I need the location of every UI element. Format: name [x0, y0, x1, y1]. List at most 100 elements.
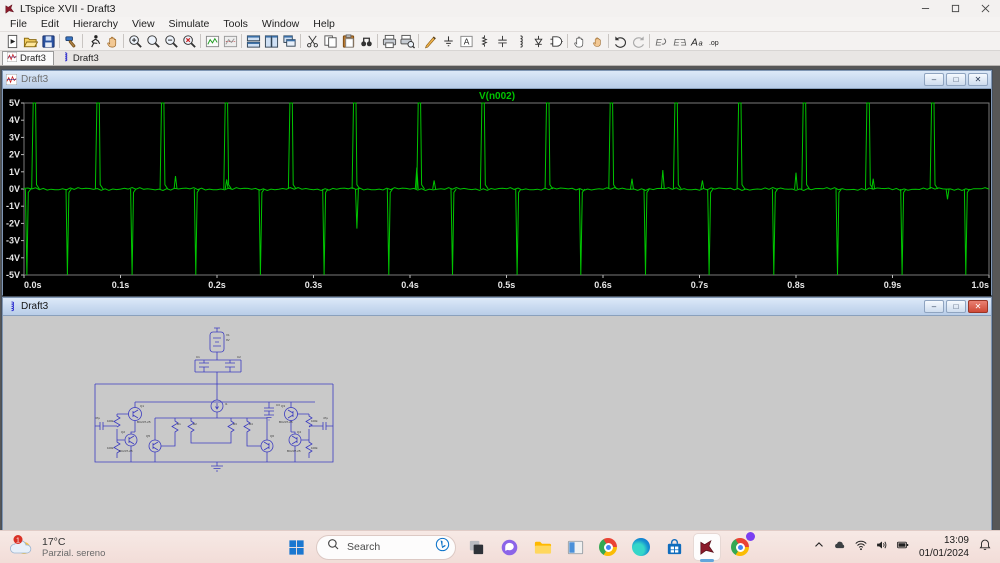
- print-preview-icon[interactable]: [398, 33, 416, 50]
- zoom-out-icon[interactable]: [162, 33, 180, 50]
- battery-icon[interactable]: [896, 538, 910, 557]
- waveform-maximize-button[interactable]: □: [946, 73, 966, 86]
- schematic-canvas[interactable]: V19VC1C2I1C3R1R2R3R4Q1BC237-25Q2BC237-25…: [3, 315, 991, 530]
- weather-widget[interactable]: 1 17°C Parzial. sereno: [0, 535, 270, 559]
- tile-horizontal-icon[interactable]: [262, 33, 280, 50]
- spice-directive-icon[interactable]: .op: [706, 33, 724, 50]
- schematic-minimize-button[interactable]: –: [924, 300, 944, 313]
- cascade-icon[interactable]: [280, 33, 298, 50]
- close-button[interactable]: [970, 0, 1000, 17]
- menu-tools[interactable]: Tools: [216, 18, 255, 30]
- save-icon[interactable]: [39, 33, 57, 50]
- restore-button[interactable]: [940, 0, 970, 17]
- app-titlebar: LTspice XVII - Draft3: [0, 0, 1000, 17]
- menu-edit[interactable]: Edit: [34, 18, 66, 30]
- component-label: C2: [237, 355, 241, 359]
- zoom-full-icon[interactable]: [180, 33, 198, 50]
- waveform-tab-icon: [7, 52, 17, 65]
- tabbar: Draft3 Draft3: [0, 51, 1000, 66]
- component-label: 47µ: [95, 416, 100, 420]
- component-label: C3: [276, 403, 280, 407]
- ltspice-taskbar-icon[interactable]: [694, 534, 720, 560]
- schematic-maximize-button[interactable]: □: [946, 300, 966, 313]
- toolbar-separator: [241, 34, 242, 48]
- drag-icon[interactable]: [588, 33, 606, 50]
- move-icon[interactable]: [570, 33, 588, 50]
- resistor-icon[interactable]: [475, 33, 493, 50]
- svg-text:0.4s: 0.4s: [401, 280, 419, 290]
- cloud-icon[interactable]: [833, 538, 847, 557]
- component-label: R2: [193, 422, 197, 426]
- label-net-icon[interactable]: A: [457, 33, 475, 50]
- menu-file[interactable]: File: [3, 18, 34, 30]
- print-icon[interactable]: [380, 33, 398, 50]
- diode-icon[interactable]: [529, 33, 547, 50]
- menu-help[interactable]: Help: [306, 18, 342, 30]
- chevron-up-icon[interactable]: [812, 538, 826, 557]
- menu-window[interactable]: Window: [255, 18, 306, 30]
- schematic-window-controls: – □ ✕: [924, 300, 988, 313]
- file-explorer-taskbar-icon[interactable]: [529, 534, 555, 560]
- mirror-icon[interactable]: EE: [670, 33, 688, 50]
- autorange-icon[interactable]: [221, 33, 239, 50]
- toolbar-separator: [123, 34, 124, 48]
- component-label: Q6: [270, 434, 274, 438]
- schematic-titlebar[interactable]: Draft3 – □ ✕: [3, 298, 991, 315]
- redo-icon[interactable]: [629, 33, 647, 50]
- start-button[interactable]: [283, 534, 309, 560]
- search-input[interactable]: Search: [316, 535, 456, 560]
- window-controls: [910, 0, 1000, 17]
- toolbar-separator: [59, 34, 60, 48]
- component-icon[interactable]: [547, 33, 565, 50]
- zoom-back-icon[interactable]: [144, 33, 162, 50]
- svg-text:A: A: [690, 37, 698, 48]
- paste-icon[interactable]: [339, 33, 357, 50]
- ground-icon[interactable]: [439, 33, 457, 50]
- open-icon[interactable]: [21, 33, 39, 50]
- chat-taskbar-icon[interactable]: [496, 534, 522, 560]
- svg-text:0.1s: 0.1s: [112, 280, 130, 290]
- control-panel-icon[interactable]: [62, 33, 80, 50]
- inductor-icon[interactable]: [511, 33, 529, 50]
- task-view-taskbar-icon[interactable]: [463, 534, 489, 560]
- new-schematic-icon[interactable]: [3, 33, 21, 50]
- tab-waveform[interactable]: Draft3: [2, 51, 54, 65]
- capacitor-icon[interactable]: [493, 33, 511, 50]
- menu-simulate[interactable]: Simulate: [162, 18, 217, 30]
- chrome-profile-taskbar-icon[interactable]: [727, 534, 753, 560]
- run-icon[interactable]: [85, 33, 103, 50]
- find-icon[interactable]: [357, 33, 375, 50]
- plot-settings-icon[interactable]: [203, 33, 221, 50]
- copy-icon[interactable]: [321, 33, 339, 50]
- menu-hierarchy[interactable]: Hierarchy: [66, 18, 125, 30]
- tile-vertical-icon[interactable]: [244, 33, 262, 50]
- schematic-close-button[interactable]: ✕: [968, 300, 988, 313]
- zoom-in-icon[interactable]: [126, 33, 144, 50]
- minimize-button[interactable]: [910, 0, 940, 17]
- halt-icon[interactable]: [103, 33, 121, 50]
- clock[interactable]: 13:0901/01/2024: [919, 535, 969, 560]
- desktop-window-taskbar-icon[interactable]: [562, 534, 588, 560]
- tab-label: Draft3: [20, 53, 46, 64]
- component-label: Q2: [121, 430, 125, 434]
- store-taskbar-icon[interactable]: [661, 534, 687, 560]
- cut-icon[interactable]: [303, 33, 321, 50]
- waveform-minimize-button[interactable]: –: [924, 73, 944, 86]
- svg-text:0.2s: 0.2s: [208, 280, 226, 290]
- wifi-icon[interactable]: [854, 538, 868, 557]
- component-label: 9V: [226, 338, 230, 342]
- wire-icon[interactable]: [421, 33, 439, 50]
- svg-text:E: E: [679, 37, 686, 47]
- tab-schematic[interactable]: Draft3: [56, 51, 106, 65]
- chrome-taskbar-icon[interactable]: [595, 534, 621, 560]
- rotate-icon[interactable]: E: [652, 33, 670, 50]
- text-icon[interactable]: Aa: [688, 33, 706, 50]
- edge-taskbar-icon[interactable]: [628, 534, 654, 560]
- undo-icon[interactable]: [611, 33, 629, 50]
- notifications-bell-icon[interactable]: [978, 538, 992, 557]
- waveform-titlebar[interactable]: Draft3 – □ ✕: [3, 71, 991, 88]
- waveform-plot[interactable]: V(n002)5V4V3V2V1V0V-1V-2V-3V-4V-5V0.0s0.…: [3, 88, 991, 295]
- menu-view[interactable]: View: [125, 18, 162, 30]
- waveform-close-button[interactable]: ✕: [968, 73, 988, 86]
- volume-icon[interactable]: [875, 538, 889, 557]
